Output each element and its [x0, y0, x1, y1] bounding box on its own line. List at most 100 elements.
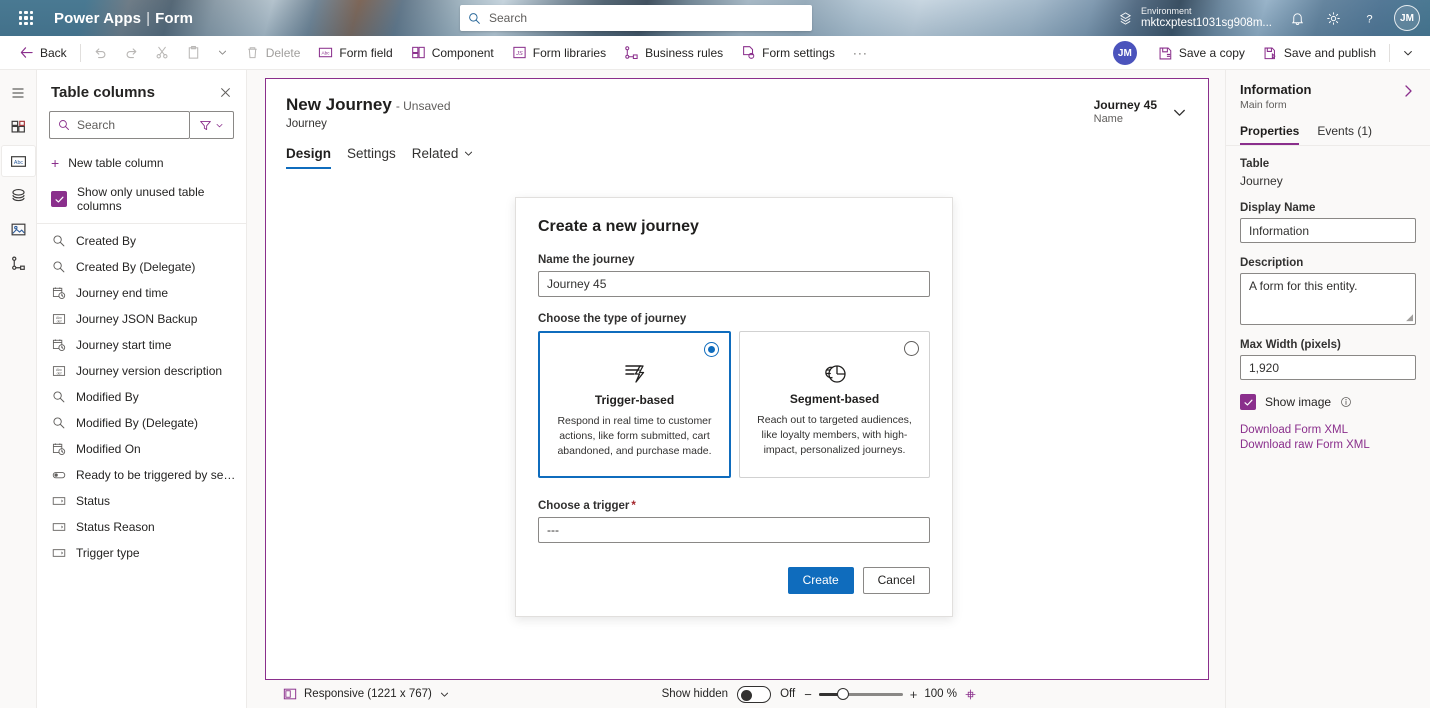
rail-image-button[interactable] [2, 214, 35, 244]
cancel-button[interactable]: Cancel [862, 566, 930, 594]
search-input[interactable]: Search [49, 111, 190, 139]
show-image-checkbox[interactable]: Show image [1240, 394, 1416, 410]
list-item[interactable]: Modified By (Delegate) [37, 410, 246, 436]
save-a-copy-button[interactable]: Save a copy [1150, 38, 1253, 68]
fit-to-screen-icon[interactable] [964, 688, 977, 701]
info-icon[interactable] [1340, 396, 1352, 408]
table-columns-list[interactable]: Created By Created By (Delegate) Journey e… [37, 224, 246, 708]
left-rail: Abc [0, 70, 37, 708]
text-icon: Abc def [51, 364, 67, 378]
save-and-publish-label: Save and publish [1283, 46, 1376, 60]
cut-button[interactable] [148, 38, 177, 68]
lookup-icon [51, 416, 67, 430]
form-record-selector[interactable]: Journey 45 Name [1094, 95, 1188, 127]
rail-layers-button[interactable] [2, 180, 35, 210]
properties-tabs: Properties Events (1) [1226, 111, 1430, 146]
resize-grip-icon[interactable]: ◢ [1406, 312, 1413, 323]
list-item[interactable]: Modified On [37, 436, 246, 462]
new-table-column-button[interactable]: + New table column [37, 147, 246, 179]
card-title-trigger-based: Trigger-based [594, 393, 675, 407]
save-copy-icon [1158, 46, 1173, 61]
list-item[interactable]: Created By (Delegate) [37, 254, 246, 280]
download-raw-form-xml-link[interactable]: Download raw Form XML [1240, 439, 1416, 451]
list-item[interactable]: Status Reason [37, 514, 246, 540]
list-item-label: Status [76, 494, 111, 508]
close-icon[interactable] [217, 84, 234, 101]
app-launcher-icon[interactable] [12, 4, 40, 32]
card-desc-segment-based: Reach out to targeted audiences, like lo… [757, 414, 912, 457]
command-overflow-button[interactable]: ··· [845, 38, 876, 68]
form-settings-button[interactable]: Form settings [733, 38, 843, 68]
journey-type-card-segment-based[interactable]: Segment-based Reach out to targeted audi… [739, 331, 930, 478]
journey-type-card-trigger-based[interactable]: Trigger-based Respond in real time to cu… [538, 331, 731, 478]
brand-area[interactable]: Power Apps | Form [54, 10, 193, 27]
zoom-in-button[interactable]: + [910, 687, 918, 702]
max-width-input[interactable]: 1,920 [1240, 355, 1416, 380]
environment-picker[interactable]: Environment mktcxptest1031sg908m... [1118, 6, 1272, 30]
save-options-chevron[interactable] [1395, 38, 1421, 68]
user-avatar[interactable]: JM [1394, 5, 1420, 31]
form-field-button[interactable]: Abc Form field [310, 38, 400, 68]
rail-components-button[interactable] [2, 112, 35, 142]
table-value: Journey [1240, 174, 1283, 188]
plus-icon: + [51, 155, 60, 171]
tab-properties[interactable]: Properties [1240, 121, 1300, 145]
delete-button[interactable]: Delete [237, 38, 309, 68]
undo-button[interactable] [86, 38, 115, 68]
list-item[interactable]: Journey end time [37, 280, 246, 306]
list-item[interactable]: Abc def Journey version description [37, 358, 246, 384]
display-name-input[interactable]: Information [1240, 218, 1416, 243]
list-item[interactable]: Ready to be triggered by segment r... [37, 462, 246, 488]
chevron-down-icon [439, 689, 450, 700]
rail-tree-view-button[interactable] [2, 248, 35, 278]
form-libraries-button[interactable]: JS Form libraries [504, 38, 614, 68]
show-unused-columns-checkbox[interactable]: Show only unused table columns [37, 179, 246, 223]
tab-events[interactable]: Events (1) [1317, 121, 1372, 145]
notifications-bell-icon[interactable] [1280, 1, 1314, 35]
radio-segment-based[interactable] [904, 341, 919, 356]
global-search[interactable]: Search [460, 5, 812, 31]
radio-trigger-based[interactable] [704, 342, 719, 357]
search-box[interactable]: Search [460, 5, 812, 31]
tab-related[interactable]: Related [404, 142, 483, 169]
redo-button[interactable] [117, 38, 146, 68]
tab-settings[interactable]: Settings [339, 142, 404, 169]
list-item[interactable]: Created By [37, 228, 246, 254]
form-libraries-icon: JS [512, 45, 527, 60]
zoom-slider[interactable] [818, 687, 903, 701]
chevron-down-icon[interactable] [1171, 104, 1188, 121]
trigger-select[interactable]: --- [538, 516, 930, 543]
list-item[interactable]: Trigger type [37, 540, 246, 566]
form-libraries-label: Form libraries [532, 45, 607, 60]
tab-related-label: Related [411, 146, 459, 161]
back-button[interactable]: Back [11, 38, 75, 68]
filter-button[interactable] [190, 111, 234, 139]
show-hidden-toggle[interactable] [737, 685, 772, 703]
table-columns-header: Table columns [37, 70, 246, 111]
create-button[interactable]: Create [787, 566, 854, 594]
list-item[interactable]: Abc def Journey JSON Backup [37, 306, 246, 332]
tab-design[interactable]: Design [286, 142, 339, 169]
paste-options-chevron[interactable] [210, 38, 235, 68]
journey-name-input[interactable]: Journey 45 [538, 271, 930, 297]
description-textarea[interactable]: A form for this entity. ◢ [1240, 273, 1416, 325]
paste-button[interactable] [179, 38, 208, 68]
rail-table-columns-button[interactable]: Abc [1, 146, 35, 176]
list-item[interactable]: Journey start time [37, 332, 246, 358]
business-rules-button[interactable]: Business rules [616, 38, 731, 68]
slider-thumb[interactable] [837, 688, 850, 700]
list-item[interactable]: Status [37, 488, 246, 514]
component-button[interactable]: Component [403, 38, 502, 68]
rail-menu-button[interactable] [2, 78, 35, 108]
download-form-xml-link[interactable]: Download Form XML [1240, 424, 1416, 436]
list-item[interactable]: Modified By [37, 384, 246, 410]
zoom-out-button[interactable]: − [804, 687, 812, 702]
save-and-publish-button[interactable]: Save and publish [1255, 38, 1384, 68]
chevron-right-icon[interactable] [1400, 82, 1416, 99]
settings-gear-icon[interactable] [1316, 1, 1350, 35]
chevron-down-icon [463, 148, 474, 159]
layout-selector[interactable]: Responsive (1221 x 767) [283, 687, 450, 701]
app-name: Form [155, 9, 194, 27]
help-icon[interactable]: ? [1352, 1, 1386, 35]
collaborator-avatar[interactable]: JM [1112, 41, 1137, 65]
